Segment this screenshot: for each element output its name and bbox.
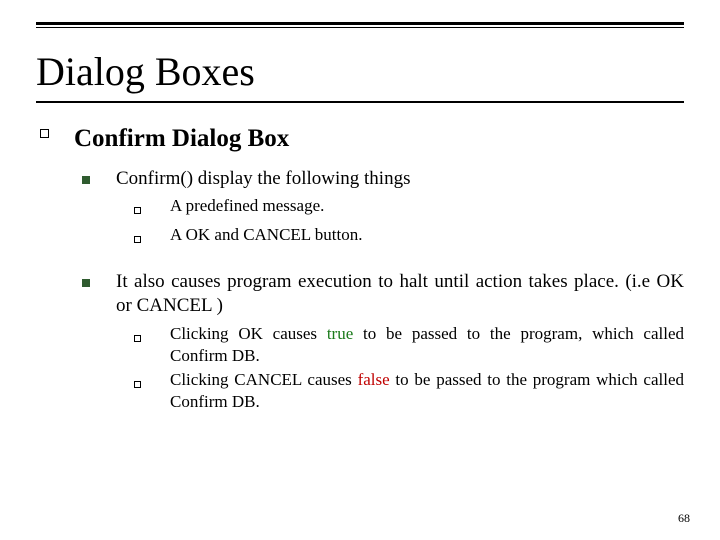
- rule-top-thin: [36, 27, 684, 28]
- level2-item: It also causes program execution to halt…: [82, 270, 684, 423]
- square-open-small-bullet-icon: [134, 195, 170, 221]
- level3-text: A OK and CANCEL button.: [170, 224, 684, 250]
- false-keyword: false: [358, 370, 390, 389]
- rule-under-title: [36, 101, 684, 103]
- true-keyword: true: [327, 324, 353, 343]
- square-filled-bullet-icon: [82, 270, 116, 423]
- level1-item: Confirm Dialog Box Confirm() display the…: [40, 125, 684, 433]
- slide-title: Dialog Boxes: [36, 48, 684, 95]
- level2-text: Confirm() display the following things: [116, 167, 684, 191]
- square-open-small-bullet-icon: [134, 224, 170, 250]
- square-open-bullet-icon: [40, 125, 74, 433]
- level2-item: Confirm() display the following things A…: [82, 167, 684, 260]
- square-filled-bullet-icon: [82, 167, 116, 260]
- level3-text: Clicking CANCEL causes false to be passe…: [170, 369, 684, 413]
- level3-item: Clicking OK causes true to be passed to …: [134, 323, 684, 367]
- page-number: 68: [678, 511, 690, 526]
- rule-top-thick: [36, 22, 684, 25]
- square-open-small-bullet-icon: [134, 369, 170, 413]
- level2-text: It also causes program execution to halt…: [116, 270, 684, 319]
- section-heading: Confirm Dialog Box: [74, 125, 684, 153]
- level3-item: A predefined message.: [134, 195, 684, 221]
- square-open-small-bullet-icon: [134, 323, 170, 367]
- level3-item: A OK and CANCEL button.: [134, 224, 684, 250]
- level3-text: Clicking OK causes true to be passed to …: [170, 323, 684, 367]
- level3-item: Clicking CANCEL causes false to be passe…: [134, 369, 684, 413]
- level3-text: A predefined message.: [170, 195, 684, 221]
